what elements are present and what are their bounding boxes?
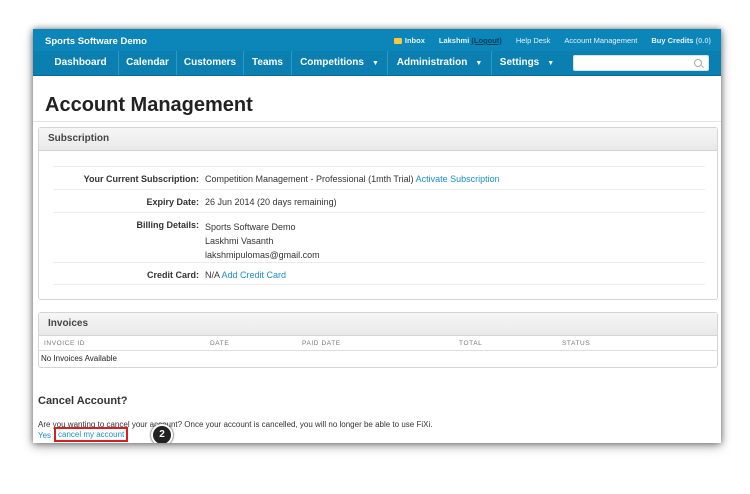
search-icon[interactable] — [694, 59, 702, 67]
help-desk-link[interactable]: Help Desk — [516, 36, 551, 45]
nav-customers[interactable]: Customers — [177, 51, 244, 75]
user-info: Lakshmi (Logout) — [439, 36, 502, 45]
nav-teams[interactable]: Teams — [244, 51, 292, 75]
yes-label: Yes — [38, 431, 52, 440]
divider — [33, 121, 721, 122]
current-subscription-label: Your Current Subscription: — [83, 174, 199, 184]
browser-page: Sports Software Demo Inbox Lakshmi (Logo… — [33, 29, 721, 443]
nav-dashboard[interactable]: Dashboard — [43, 51, 119, 75]
subscription-panel: Subscription Your Current Subscription: … — [38, 127, 718, 300]
user-name: Lakshmi — [438, 36, 470, 45]
expiry-value: 26 Jun 2014 (20 days remaining) — [205, 197, 337, 207]
credits-value: (0.0) — [695, 36, 711, 45]
no-invoices-text: No Invoices Available — [41, 354, 117, 363]
caret-down-icon: ▼ — [371, 60, 379, 67]
billing-name: Laskhmi Vasanth — [205, 236, 274, 246]
billing-email: lakshmipulomas@gmail.com — [205, 250, 320, 260]
column-invoice-id[interactable]: INVOICE ID — [44, 340, 85, 347]
main-nav: Dashboard Calendar Customers Teams Compe… — [33, 51, 721, 76]
caret-down-icon: ▼ — [475, 60, 483, 67]
subscription-heading: Subscription — [39, 128, 717, 151]
brand-title[interactable]: Sports Software Demo — [45, 36, 147, 47]
credit-card-row: Credit Card: N/A Add Credit Card — [53, 262, 705, 285]
column-date[interactable]: DATE — [210, 340, 229, 347]
credit-card-value: N/A Add Credit Card — [205, 270, 287, 280]
subscription-row: Your Current Subscription: Competition M… — [53, 166, 705, 189]
step-number-badge: 2 — [151, 424, 173, 443]
column-paid-date[interactable]: PAID DATE — [302, 340, 341, 347]
billing-label: Billing Details: — [136, 220, 199, 230]
add-credit-card-link[interactable]: Add Credit Card — [222, 270, 287, 280]
nav-competitions[interactable]: Competitions ▼ — [292, 51, 388, 75]
nav-settings[interactable]: Settings ▼ — [492, 51, 562, 75]
buy-credits-link[interactable]: Buy Credits (0.0) — [651, 36, 711, 45]
top-bar: Sports Software Demo Inbox Lakshmi (Logo… — [33, 29, 721, 51]
billing-row: Billing Details: Sports Software Demo La… — [53, 212, 705, 262]
activate-subscription-link[interactable]: Activate Subscription — [416, 174, 500, 184]
column-total[interactable]: TOTAL — [459, 340, 482, 347]
nav-calendar[interactable]: Calendar — [119, 51, 177, 75]
logout-link[interactable]: (Logout) — [471, 36, 501, 45]
invoice-table-header: INVOICE ID DATE PAID DATE TOTAL STATUS — [39, 336, 717, 351]
credit-card-label: Credit Card: — [146, 270, 199, 280]
search-input[interactable] — [573, 55, 709, 71]
invoices-heading: Invoices — [39, 313, 717, 336]
current-subscription-value: Competition Management - Professional (1… — [205, 174, 500, 184]
account-management-link[interactable]: Account Management — [564, 36, 637, 45]
envelope-icon — [393, 38, 402, 45]
cancel-account-heading: Cancel Account? — [38, 395, 128, 407]
expiry-row: Expiry Date: 26 Jun 2014 (20 days remain… — [53, 189, 705, 212]
cancel-account-link[interactable]: cancel my account — [54, 427, 129, 442]
billing-details: Sports Software Demo Laskhmi Vasanth lak… — [205, 220, 320, 262]
inbox-link[interactable]: Inbox — [393, 36, 425, 45]
column-status[interactable]: STATUS — [562, 340, 590, 347]
nav-administration[interactable]: Administration ▼ — [388, 51, 492, 75]
invoices-panel: Invoices INVOICE ID DATE PAID DATE TOTAL… — [38, 312, 718, 368]
caret-down-icon: ▼ — [547, 60, 555, 67]
page-title: Account Management — [45, 94, 253, 116]
expiry-label: Expiry Date: — [146, 197, 199, 207]
billing-company: Sports Software Demo — [205, 222, 296, 232]
top-links: Inbox Lakshmi (Logout) Help Desk Account… — [380, 36, 711, 45]
